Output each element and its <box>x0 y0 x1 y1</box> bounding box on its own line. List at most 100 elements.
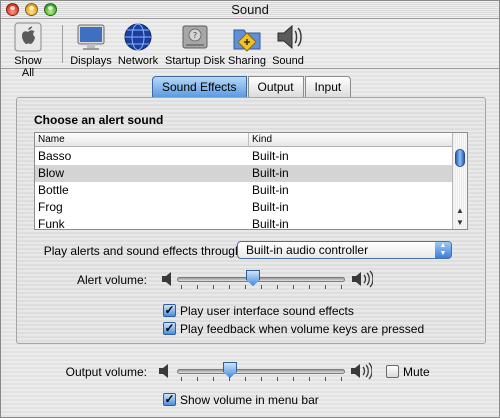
table-header: Name Kind <box>35 133 453 147</box>
slider-tick <box>197 285 198 289</box>
toolbar-label-sound: Sound <box>272 55 304 67</box>
zoom-button[interactable] <box>44 3 57 16</box>
table-row[interactable]: Frog Built-in <box>35 199 453 216</box>
slider-tick <box>181 377 182 381</box>
slider-tick <box>213 377 214 381</box>
toolbar-separator <box>62 25 63 63</box>
alert-sound-table: Name Kind Basso Built-in Blow Built-in B… <box>34 132 468 230</box>
table-row-selected[interactable]: Blow Built-in <box>35 165 453 182</box>
slider-tick <box>325 285 326 289</box>
column-header-kind[interactable]: Kind <box>252 134 272 145</box>
sharing-folder-icon <box>233 29 261 52</box>
volume-low-icon <box>159 364 168 378</box>
show-volume-menu-bar-checkbox[interactable]: ✓ <box>163 393 176 406</box>
toolbar-label-network: Network <box>117 55 159 67</box>
slider-tick <box>213 285 214 289</box>
row-kind: Built-in <box>252 183 289 197</box>
displays-icon <box>77 24 105 50</box>
speaker-icon <box>277 24 302 50</box>
output-volume-slider[interactable] <box>177 362 345 382</box>
slider-tick <box>197 377 198 381</box>
sound-effects-panel: Choose an alert sound Name Kind Basso Bu… <box>16 97 486 344</box>
minimize-button[interactable] <box>25 3 38 16</box>
slider-tick <box>309 377 310 381</box>
apple-show-all-icon <box>14 22 42 52</box>
row-kind: Built-in <box>252 149 289 163</box>
toolbar-network[interactable]: Network <box>116 21 160 67</box>
show-volume-menu-bar-label: Show volume in menu bar <box>180 393 319 407</box>
slider-ticks <box>181 377 342 381</box>
toolbar-displays[interactable]: Displays <box>69 21 113 67</box>
close-button[interactable] <box>6 3 19 16</box>
slider-tick <box>229 285 230 289</box>
toolbar-label-sharing: Sharing <box>228 55 266 67</box>
toolbar-show-all[interactable]: Show All <box>7 21 49 79</box>
row-name: Frog <box>38 200 63 214</box>
ui-sound-effects-label: Play user interface sound effects <box>180 304 354 318</box>
slider-tick <box>341 285 342 289</box>
table-row[interactable]: Basso Built-in <box>35 148 453 165</box>
row-name: Blow <box>38 166 65 180</box>
alert-volume-label: Alert volume: <box>76 273 147 287</box>
row-kind: Built-in <box>252 200 289 214</box>
slider-tick <box>245 285 246 289</box>
window-title: Sound <box>231 2 269 17</box>
toolbar-label-displays: Displays <box>70 55 112 67</box>
toolbar-startup-disk[interactable]: ? Startup Disk <box>165 21 225 67</box>
network-globe-icon <box>124 23 152 51</box>
volume-high-icon <box>351 362 372 380</box>
slider-tick <box>261 377 262 381</box>
alert-volume-slider[interactable] <box>177 270 345 290</box>
slider-tick <box>245 377 246 381</box>
toolbar-label-startup-disk: Startup Disk <box>165 55 225 67</box>
slider-track <box>177 369 345 374</box>
play-through-label: Play alerts and sound effects through: <box>43 244 245 258</box>
slider-tick <box>261 285 262 289</box>
tab-bar: Sound Effects Output Input <box>152 76 352 98</box>
ui-sound-effects-checkbox[interactable]: ✓ <box>163 304 176 317</box>
svg-text:?: ? <box>193 31 197 40</box>
tab-sound-effects[interactable]: Sound Effects <box>152 76 247 97</box>
scrollbar-thumb[interactable] <box>455 149 465 167</box>
slider-knob[interactable] <box>246 270 260 286</box>
row-name: Bottle <box>38 183 69 197</box>
row-kind: Built-in <box>252 166 289 180</box>
table-row[interactable]: Funk Built-in <box>35 216 453 230</box>
output-device-value: Built-in audio controller <box>246 243 369 257</box>
slider-tick <box>309 285 310 289</box>
row-name: Funk <box>38 217 65 230</box>
slider-track <box>177 277 345 282</box>
toolbar-sharing[interactable]: Sharing <box>227 21 267 67</box>
toolbar-sound[interactable]: Sound <box>271 21 305 67</box>
volume-feedback-checkbox[interactable]: ✓ <box>163 322 176 335</box>
row-kind: Built-in <box>252 217 289 230</box>
mute-checkbox[interactable] <box>386 365 399 378</box>
scroll-up-arrow-icon[interactable]: ▲ <box>453 205 467 217</box>
sound-preferences-window: Sound Show All Displays Network ? Startu… <box>0 0 500 418</box>
slider-tick <box>325 377 326 381</box>
title-bar: Sound <box>1 1 499 19</box>
slider-knob[interactable] <box>223 362 237 378</box>
output-volume-label: Output volume: <box>65 365 147 379</box>
mute-label: Mute <box>403 365 430 379</box>
slider-tick <box>341 377 342 381</box>
alert-sound-heading: Choose an alert sound <box>34 113 164 127</box>
slider-tick <box>277 377 278 381</box>
preferences-toolbar: Show All Displays Network ? Startup Disk… <box>1 19 499 79</box>
volume-high-icon <box>352 270 373 288</box>
startup-disk-icon: ? <box>182 25 208 49</box>
table-row[interactable]: Bottle Built-in <box>35 182 453 199</box>
popup-arrows-icon: ▲ ▼ <box>435 242 451 258</box>
scroll-down-arrow-icon[interactable]: ▼ <box>453 217 467 229</box>
tab-output[interactable]: Output <box>247 76 304 97</box>
slider-ticks <box>181 285 342 289</box>
output-device-popup[interactable]: Built-in audio controller ▲ ▼ <box>237 241 452 259</box>
toolbar-label-show-all: Show All <box>14 55 42 79</box>
tab-input[interactable]: Input <box>304 76 352 97</box>
slider-tick <box>277 285 278 289</box>
row-name: Basso <box>38 149 72 163</box>
slider-tick <box>293 377 294 381</box>
table-scrollbar[interactable]: ▲ ▼ <box>452 133 467 229</box>
column-header-name[interactable]: Name <box>38 134 65 145</box>
slider-tick <box>181 285 182 289</box>
